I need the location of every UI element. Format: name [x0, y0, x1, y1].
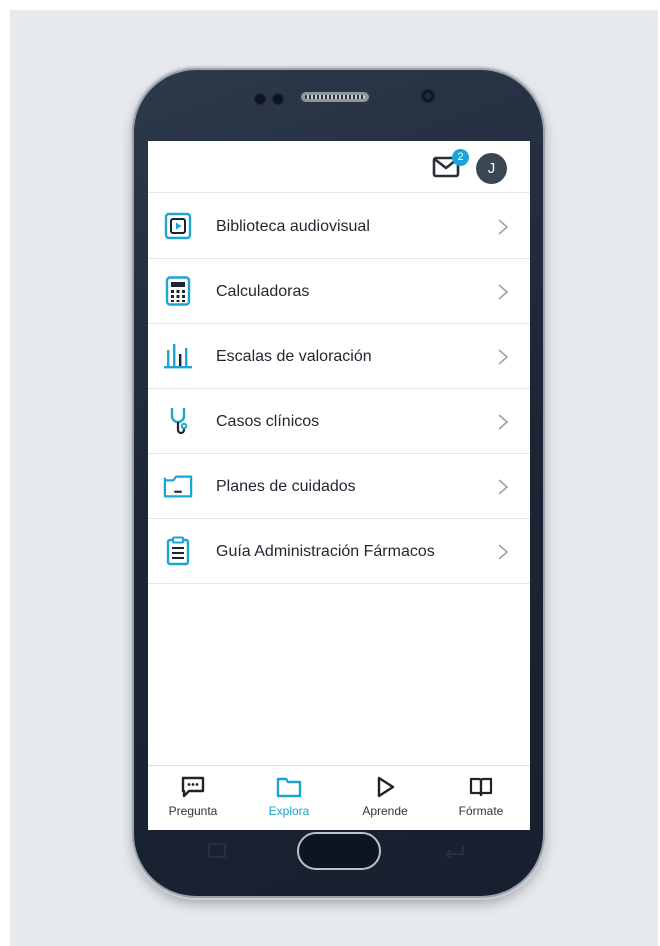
- home-button: [297, 832, 381, 870]
- calculator-icon: [163, 276, 193, 306]
- tab-label: Pregunta: [168, 804, 218, 818]
- chevron-right-icon: [498, 544, 509, 560]
- tab-label: Aprende: [362, 804, 408, 818]
- messages-button[interactable]: 2: [432, 149, 469, 185]
- menu-item-biblioteca-audiovisual[interactable]: Biblioteca audiovisual: [148, 194, 530, 259]
- tab-pregunta[interactable]: Pregunta: [148, 766, 238, 830]
- mail-badge: 2: [452, 149, 469, 166]
- clipboard-icon: [163, 536, 193, 566]
- video-library-icon: [163, 211, 193, 241]
- menu-item-label: Escalas de valoración: [216, 348, 372, 365]
- play-icon: [377, 776, 395, 798]
- menu-item-calculadoras[interactable]: Calculadoras: [148, 259, 530, 324]
- app-screen: 2 J Biblioteca audiovisual Calculadoras …: [148, 141, 530, 830]
- chevron-right-icon: [498, 414, 509, 430]
- menu-item-label: Calculadoras: [216, 283, 310, 300]
- menu-item-label: Guía Administración Fármacos: [216, 543, 435, 560]
- tab-label: Fórmate: [458, 804, 504, 818]
- front-camera: [419, 87, 437, 105]
- chevron-right-icon: [498, 479, 509, 495]
- chevron-right-icon: [498, 284, 509, 300]
- folder-icon: [276, 777, 302, 798]
- tab-explora[interactable]: Explora: [244, 766, 334, 830]
- menu-item-guia-administracion-farmacos[interactable]: Guía Administración Fármacos: [148, 519, 530, 584]
- sensor-dots: [254, 93, 284, 105]
- menu-item-label: Biblioteca audiovisual: [216, 218, 370, 235]
- tab-label: Explora: [268, 804, 310, 818]
- menu-item-planes-de-cuidados[interactable]: Planes de cuidados: [148, 454, 530, 519]
- book-icon: [469, 777, 493, 797]
- menu-item-escalas-de-valoracion[interactable]: Escalas de valoración: [148, 324, 530, 389]
- folder-icon: [163, 471, 193, 501]
- tab-aprende[interactable]: Aprende: [340, 766, 430, 830]
- back-arrow-icon: [445, 846, 464, 858]
- chat-icon: [181, 776, 205, 798]
- user-avatar[interactable]: J: [476, 153, 507, 184]
- power-button: [543, 310, 547, 364]
- chevron-right-icon: [498, 349, 509, 365]
- bottom-navigation: Pregunta Explora Aprende Fórmate: [148, 765, 530, 830]
- menu-item-label: Casos clínicos: [216, 413, 320, 430]
- explore-menu-list: Biblioteca audiovisual Calculadoras Esca…: [148, 194, 530, 584]
- menu-item-casos-clinicos[interactable]: Casos clínicos: [148, 389, 530, 454]
- top-bar: 2 J: [148, 141, 530, 193]
- earpiece-speaker: [299, 90, 371, 104]
- chevron-right-icon: [498, 219, 509, 235]
- bar-chart-icon: [163, 341, 193, 371]
- tab-formate[interactable]: Fórmate: [436, 766, 526, 830]
- menu-item-label: Planes de cuidados: [216, 478, 356, 495]
- recent-apps-icon: [208, 843, 226, 858]
- stethoscope-icon: [163, 406, 193, 436]
